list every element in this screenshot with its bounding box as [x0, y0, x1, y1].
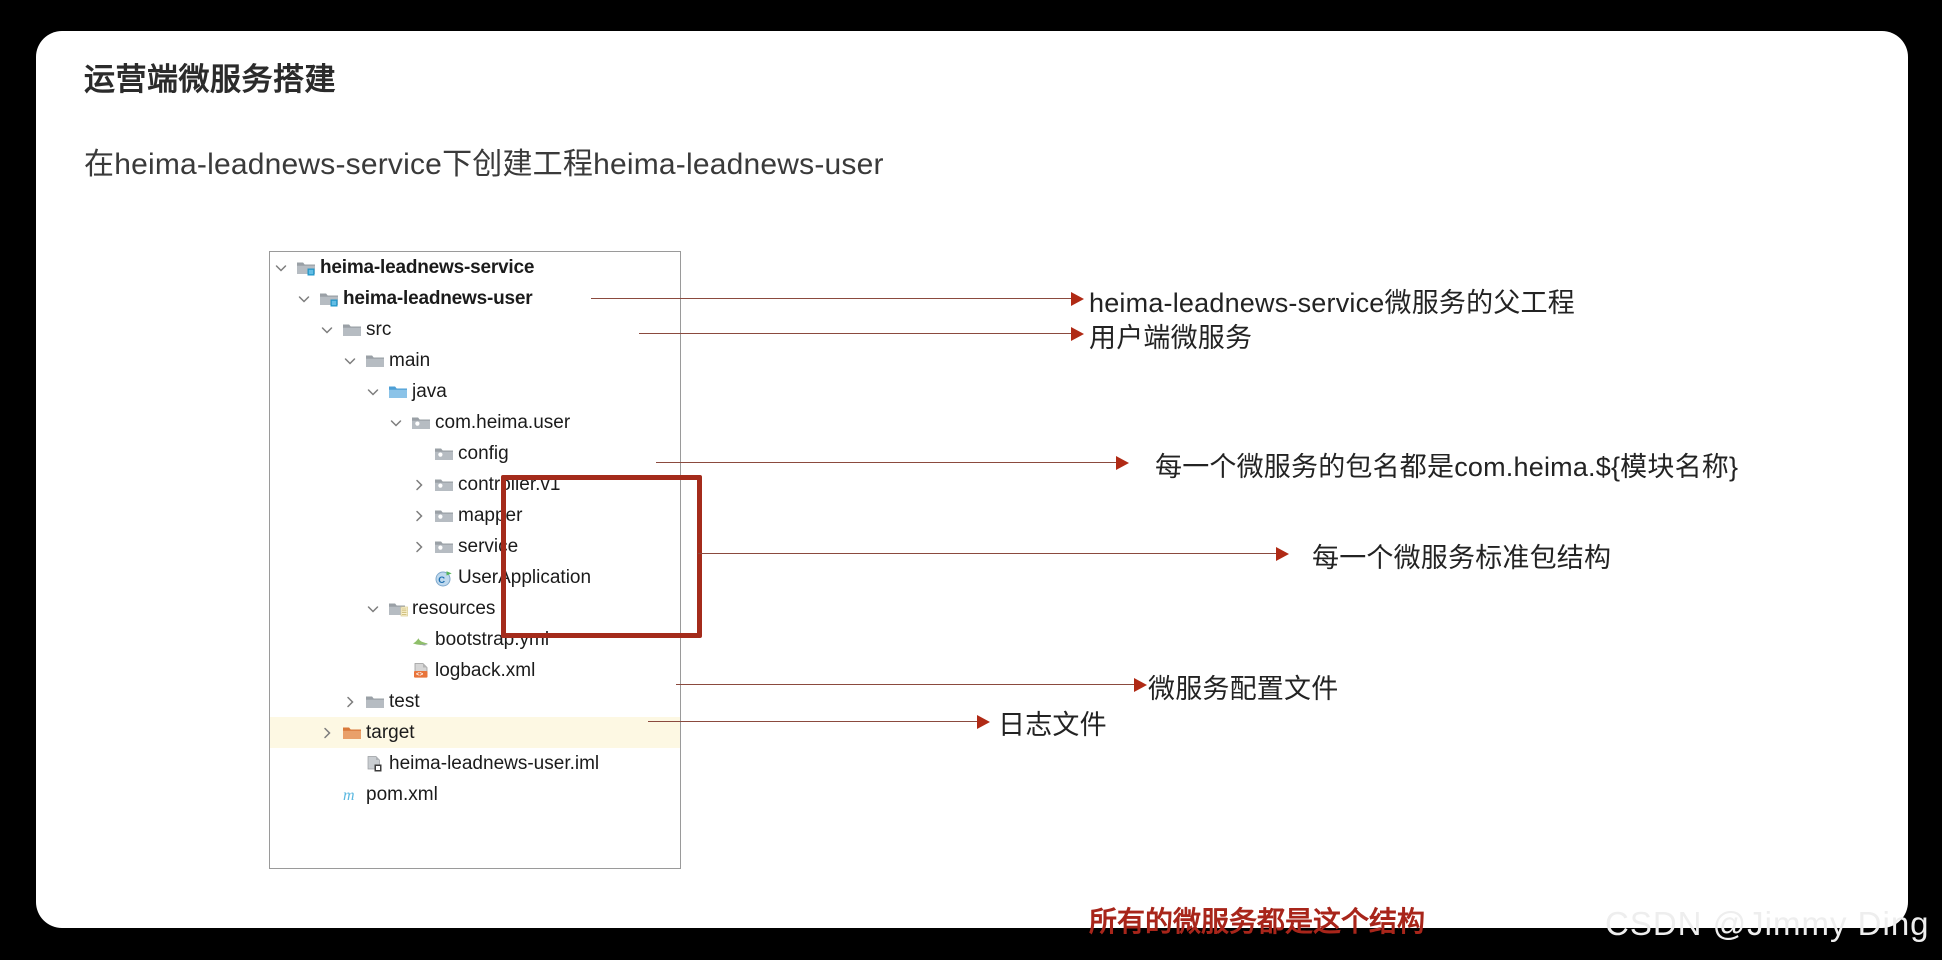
tree-row[interactable]: resources	[270, 593, 680, 624]
spring-class-icon: C	[434, 569, 454, 587]
svg-text:m: m	[343, 787, 355, 803]
tree-row[interactable]: bootstrap.yml	[270, 624, 680, 655]
tree-row-label: main	[389, 350, 431, 371]
slide-card: 运营端微服务搭建 在heima-leadnews-service下创建工程hei…	[36, 31, 1908, 937]
annotation-arrowhead-icon	[1071, 292, 1084, 306]
tree-row[interactable]: com.heima.user	[270, 407, 680, 438]
tree-row[interactable]: test	[270, 686, 680, 717]
yaml-file-icon	[411, 631, 431, 648]
package-icon	[411, 414, 431, 431]
source-folder-icon	[388, 383, 408, 400]
tree-row-label: heima-leadnews-user	[343, 288, 533, 309]
tree-row[interactable]: src	[270, 314, 680, 345]
tree-row-label: target	[366, 722, 415, 743]
svg-text:<>: <>	[416, 671, 424, 678]
annotation-text: 日志文件	[998, 710, 1107, 740]
tree-row-label: UserApplication	[458, 567, 592, 588]
annotation-text: 微服务配置文件	[1148, 674, 1339, 704]
tree-row-label: config	[458, 443, 509, 464]
tree-row-label: heima-leadnews-service	[320, 257, 535, 278]
annotation-arrowhead-icon	[1116, 456, 1129, 470]
annotation-arrowhead-icon	[1071, 327, 1084, 341]
chevron-right-icon[interactable]	[411, 539, 427, 555]
tree-row-label: pom.xml	[366, 784, 438, 805]
chevron-down-icon[interactable]	[319, 322, 335, 338]
project-tree-panel[interactable]: heima-leadnews-service heima-leadnews-us…	[269, 251, 681, 869]
annotation-line	[591, 298, 1071, 299]
package-icon	[434, 538, 454, 555]
annotation-arrowhead-icon	[977, 715, 990, 729]
tree-row[interactable]: controller.v1	[270, 469, 680, 500]
package-icon	[434, 476, 454, 493]
package-icon	[434, 445, 454, 462]
tree-row-label: src	[366, 319, 392, 340]
maven-file-icon: m	[342, 786, 362, 804]
tree-row[interactable]: mapper	[270, 500, 680, 531]
chevron-down-icon[interactable]	[365, 384, 381, 400]
module-folder-icon	[296, 259, 316, 276]
annotation-line	[656, 462, 1116, 463]
package-icon	[434, 507, 454, 524]
tree-row[interactable]: target	[270, 717, 680, 748]
tree-row[interactable]: <> logback.xml	[270, 655, 680, 686]
tree-row-label: com.heima.user	[435, 412, 571, 433]
chevron-right-icon[interactable]	[319, 725, 335, 741]
tree-row-label: bootstrap.yml	[435, 629, 550, 650]
svg-text:C: C	[438, 575, 445, 586]
resources-folder-icon	[388, 600, 408, 617]
page-title: 运营端微服务搭建	[84, 62, 336, 97]
chevron-right-icon[interactable]	[411, 508, 427, 524]
folder-icon	[365, 693, 385, 710]
chevron-right-icon[interactable]	[342, 694, 358, 710]
chevron-down-icon[interactable]	[365, 601, 381, 617]
tree-row[interactable]: main	[270, 345, 680, 376]
tree-row[interactable]: m pom.xml	[270, 779, 680, 810]
tree-row[interactable]: heima-leadnews-user.iml	[270, 748, 680, 779]
annotation-line	[676, 684, 1134, 685]
annotation-arrowhead-icon	[1276, 547, 1289, 561]
xml-file-icon: <>	[411, 662, 431, 679]
annotation-text: 用户端微服务	[1089, 323, 1253, 353]
page-subtitle: 在heima-leadnews-service下创建工程heima-leadne…	[84, 148, 884, 181]
tree-row[interactable]: java	[270, 376, 680, 407]
folder-icon	[365, 352, 385, 369]
chevron-down-icon[interactable]	[296, 291, 312, 307]
annotation-text: heima-leadnews-service微服务的父工程	[1089, 288, 1575, 318]
tree-row[interactable]: heima-leadnews-service	[270, 252, 680, 283]
tree-row-label: test	[389, 691, 420, 712]
chevron-down-icon[interactable]	[388, 415, 404, 431]
tree-row-label: logback.xml	[435, 660, 536, 681]
tree-row-label: mapper	[458, 505, 523, 526]
chevron-down-icon[interactable]	[273, 260, 289, 276]
screenshot-root: 运营端微服务搭建 在heima-leadnews-service下创建工程hei…	[0, 0, 1942, 960]
chevron-right-icon[interactable]	[411, 477, 427, 493]
folder-icon	[342, 321, 362, 338]
chevron-down-icon[interactable]	[342, 353, 358, 369]
tree-row-label: java	[412, 381, 447, 402]
annotation-line	[698, 553, 1276, 554]
watermark: CSDN @Jimmy Ding	[1605, 905, 1930, 942]
tree-row[interactable]: C UserApplication	[270, 562, 680, 593]
module-folder-icon	[319, 290, 339, 307]
annotation-arrowhead-icon	[1134, 678, 1147, 692]
annotation-line	[648, 721, 977, 722]
tree-row-label: controller.v1	[458, 474, 561, 495]
annotation-text: 每一个微服务的包名都是com.heima.${模块名称}	[1155, 452, 1739, 482]
annotation-line	[639, 333, 1071, 334]
summary-note: 所有的微服务都是这个结构	[1089, 906, 1426, 937]
tree-row-label: service	[458, 536, 519, 557]
annotation-text: 每一个微服务标准包结构	[1312, 543, 1612, 573]
tree-row-label: heima-leadnews-user.iml	[389, 753, 600, 774]
iml-file-icon	[365, 755, 385, 772]
target-folder-icon	[342, 724, 362, 741]
tree-row[interactable]: config	[270, 438, 680, 469]
tree-row[interactable]: service	[270, 531, 680, 562]
tree-row-label: resources	[412, 598, 496, 619]
